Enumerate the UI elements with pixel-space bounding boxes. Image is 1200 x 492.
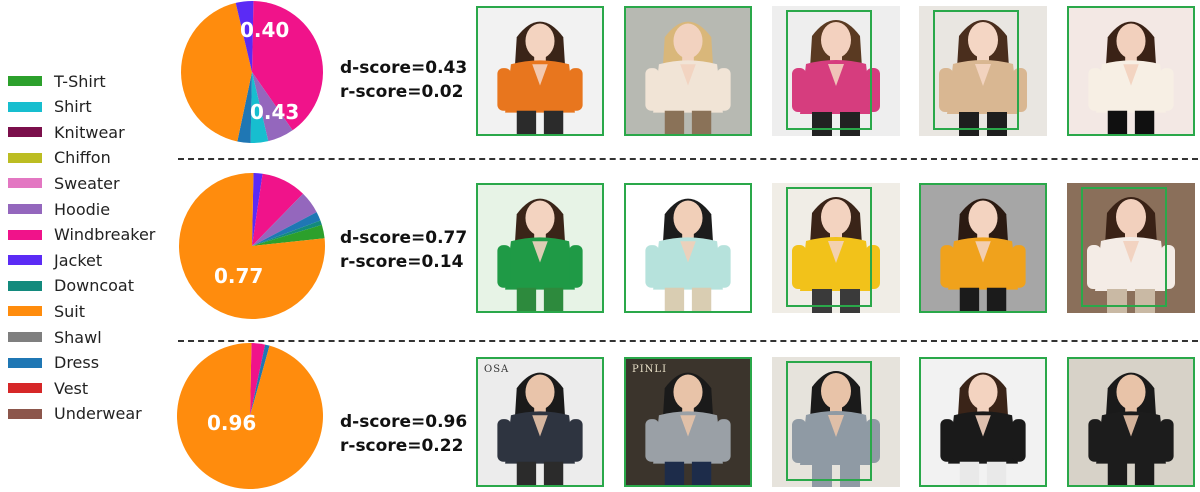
- legend-item-knitwear: Knitwear: [8, 121, 125, 143]
- legend-item-hoodie: Hoodie: [8, 198, 110, 220]
- row-divider: [178, 158, 1198, 160]
- legend-swatch: [8, 383, 42, 394]
- navy-suit-photo: OSA: [476, 357, 604, 487]
- legend-swatch: [8, 127, 42, 138]
- legend-label: Shirt: [54, 97, 92, 117]
- r-score: r-score=0.22: [340, 436, 464, 456]
- green-blazer-photo: [476, 183, 604, 313]
- legend-label: T-Shirt: [54, 71, 106, 91]
- legend-item-underwear: Underwear: [8, 403, 142, 425]
- score-block: d-score=0.77 r-score=0.14: [340, 226, 467, 274]
- r-score: r-score=0.02: [340, 82, 464, 102]
- legend-label: Suit: [54, 301, 86, 321]
- orange-coat-photo: [476, 6, 604, 136]
- legend-item-vest: Vest: [8, 377, 88, 399]
- white-suit-stairs-photo: [1067, 183, 1195, 313]
- black-suit-street-photo: [1067, 357, 1195, 487]
- brand-logo: OSA: [484, 364, 510, 375]
- black-blazer-photo: [919, 357, 1047, 487]
- legend-label: Shawl: [54, 327, 102, 347]
- detection-box: [933, 10, 1019, 130]
- legend-item-downcoat: Downcoat: [8, 275, 134, 297]
- mint-blazer-photo: [624, 183, 752, 313]
- legend-item-sweater: Sweater: [8, 172, 120, 194]
- legend-item-suit: Suit: [8, 300, 85, 322]
- legend-swatch: [8, 332, 42, 342]
- legend-item-shirt: Shirt: [8, 96, 92, 118]
- legend-label: Sweater: [54, 173, 120, 193]
- legend-swatch: [8, 229, 42, 240]
- legend-swatch: [8, 76, 42, 86]
- pie-chart-3: 0.96: [177, 343, 323, 489]
- amber-blazer-photo: [919, 183, 1047, 313]
- grey-tweed-suit-photo: PINLI: [624, 357, 752, 487]
- legend-item-jacket: Jacket: [8, 249, 102, 271]
- score-block: d-score=0.43 r-score=0.02: [340, 56, 467, 104]
- legend-item-shawl: Shawl: [8, 326, 102, 348]
- pie-value-label: 0.43: [250, 100, 299, 124]
- pie-chart-2: 0.77: [179, 173, 325, 319]
- legend-swatch: [8, 280, 42, 291]
- legend-label: Knitwear: [54, 122, 125, 142]
- pie-value-label: 0.96: [207, 411, 256, 435]
- cream-jacket-photo: [624, 6, 752, 136]
- r-score: r-score=0.14: [340, 252, 464, 272]
- legend-label: Downcoat: [54, 276, 134, 296]
- score-block: d-score=0.96 r-score=0.22: [340, 410, 467, 458]
- legend-label: Jacket: [54, 250, 103, 270]
- legend-label: Underwear: [54, 404, 142, 424]
- d-score: d-score=0.77: [340, 228, 468, 248]
- legend-label: Dress: [54, 353, 100, 373]
- pink-blazer-photo: [772, 6, 900, 136]
- legend-label: Windbreaker: [54, 225, 156, 245]
- legend-swatch: [8, 152, 42, 163]
- legend-swatch: [8, 408, 42, 419]
- d-score: d-score=0.43: [340, 58, 468, 78]
- d-score: d-score=0.96: [340, 412, 468, 432]
- legend-item-chiffon: Chiffon: [8, 147, 111, 169]
- detection-box: [786, 10, 872, 130]
- detection-box: [1081, 187, 1167, 307]
- grey-suit-sunglasses-photo: [772, 357, 900, 487]
- pie-value-label: 0.77: [214, 264, 263, 288]
- legend-label: Vest: [54, 378, 89, 398]
- legend-item-windbreaker: Windbreaker: [8, 224, 155, 246]
- legend-item-dress: Dress: [8, 352, 99, 374]
- legend-swatch: [8, 306, 42, 317]
- legend-swatch: [8, 101, 42, 112]
- legend-item-t-shirt: T-Shirt: [8, 70, 106, 92]
- legend-label: Hoodie: [54, 199, 111, 219]
- pie-chart-1: 0.40 0.43: [181, 1, 323, 143]
- detection-box: [786, 361, 872, 481]
- detection-box: [786, 187, 872, 307]
- pie-value-label: 0.40: [240, 18, 289, 42]
- legend-swatch: [8, 204, 42, 214]
- beige-blazer-photo: [919, 6, 1047, 136]
- white-blazer-photo: [1067, 6, 1195, 136]
- legend-swatch: [8, 178, 42, 189]
- legend-label: Chiffon: [54, 148, 111, 168]
- yellow-blazer-photo: [772, 183, 900, 313]
- legend-swatch: [8, 357, 42, 368]
- row-divider: [178, 340, 1198, 342]
- brand-logo: PINLI: [632, 364, 668, 375]
- legend-swatch: [8, 255, 42, 266]
